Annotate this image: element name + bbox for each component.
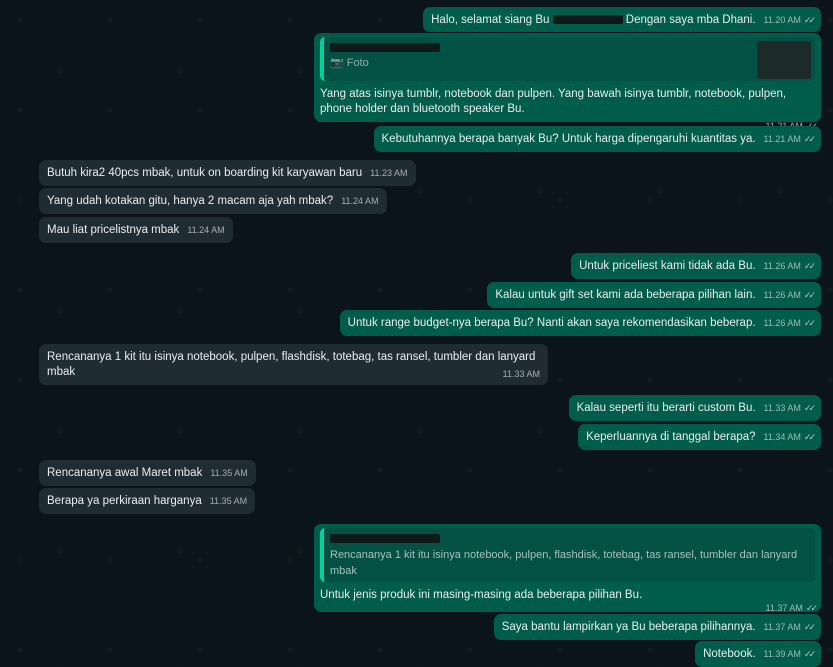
- message-bubble-incoming[interactable]: Butuh kira2 40pcs mbak, untuk on boardin…: [39, 160, 416, 186]
- message-text: Saya bantu lampirkan ya Bu beberapa pili…: [501, 621, 756, 633]
- message-time: 11.24 AM: [341, 196, 379, 206]
- message-time: 11.34 AM: [763, 432, 801, 442]
- message-time: 11.35 AM: [209, 496, 248, 506]
- redacted-name: [552, 15, 623, 25]
- double-check-icon: ✓✓: [803, 622, 816, 632]
- redacted-sender: [330, 43, 440, 53]
- message-bubble-outgoing[interactable]: Kalau seperti itu berarti custom Bu. 11.3…: [568, 395, 821, 421]
- redacted-sender: [330, 534, 440, 544]
- quoted-photo[interactable]: 📷 Foto: [320, 37, 815, 81]
- double-check-icon: ✓✓: [803, 134, 816, 144]
- message-time: 11.35 AM: [210, 468, 248, 478]
- message-text: Butuh kira2 40pcs mbak, untuk on boardin…: [47, 167, 363, 179]
- double-check-icon: ✓✓: [803, 318, 816, 328]
- message-text: Kalau untuk gift set kami ada beberapa p…: [495, 289, 756, 301]
- double-check-icon: ✓✓: [803, 649, 816, 659]
- message-text: Kalau seperti itu berarti custom Bu.: [576, 402, 756, 414]
- message-text: Kebutuhannya berapa banyak Bu? Untuk har…: [381, 133, 756, 145]
- photo-label: Foto: [346, 57, 369, 69]
- message-text: Keperluannya di tanggal berapa?: [586, 431, 756, 443]
- message-text: Yang atas isinya tumblr, notebook dan pu…: [320, 88, 787, 115]
- double-check-icon: ✓✓: [803, 403, 816, 413]
- message-bubble-outgoing[interactable]: Keperluannya di tanggal berapa? 11.34 AM ✓…: [578, 424, 821, 450]
- message-time: 11.21 AM: [763, 134, 801, 144]
- message-time: 11.39 AM: [763, 649, 801, 659]
- message-time: 11.33 AM: [502, 369, 540, 379]
- message-time: 11.23 AM: [370, 168, 408, 178]
- double-check-icon: ✓✓: [803, 432, 816, 442]
- message-text: Halo, selamat siang Bu Dengan saya mba D…: [431, 14, 756, 26]
- message-text: Rencananya awal Maret mbak: [47, 467, 203, 479]
- message-bubble-outgoing[interactable]: 📷 Foto Yang atas isinya tumblr, notebook…: [314, 33, 821, 131]
- message-bubble-incoming[interactable]: Rencananya 1 kit itu isinya notebook, pu…: [39, 344, 548, 385]
- message-bubble-outgoing[interactable]: Notebook. 11.39 AM ✓✓: [695, 641, 821, 667]
- message-bubble-outgoing[interactable]: Kebutuhannya berapa banyak Bu? Untuk har…: [373, 126, 821, 152]
- message-text: Untuk range budget-nya berapa Bu? Nanti …: [347, 317, 756, 329]
- photo-thumbnail[interactable]: [757, 41, 811, 79]
- message-bubble-incoming[interactable]: Berapa ya perkiraan harganya 11.35 AM: [39, 488, 256, 514]
- message-text: Berapa ya perkiraan harganya: [47, 495, 202, 507]
- double-check-icon: ✓✓: [803, 261, 816, 271]
- message-time: 11.26 AM: [763, 290, 801, 300]
- camera-icon: 📷: [330, 57, 344, 69]
- message-time: 11.20 AM: [763, 15, 801, 25]
- message-bubble-outgoing[interactable]: Saya bantu lampirkan ya Bu beberapa pili…: [493, 614, 821, 640]
- message-time: 11.33 AM: [763, 403, 801, 413]
- message-time: 11.26 AM: [763, 261, 801, 271]
- message-bubble-outgoing[interactable]: Halo, selamat siang Bu Dengan saya mba D…: [423, 7, 821, 32]
- double-check-icon: ✓✓: [803, 290, 816, 300]
- message-bubble-outgoing[interactable]: Rencananya 1 kit itu isinya notebook, pu…: [314, 524, 821, 613]
- message-text: Yang udah kotakan gitu, hanya 2 macam aj…: [47, 195, 334, 207]
- message-time: 11.24 AM: [187, 225, 225, 235]
- message-text: Untuk priceliest kami tidak ada Bu.: [579, 260, 756, 272]
- message-text: Notebook.: [703, 648, 756, 660]
- message-bubble-incoming[interactable]: Rencananya awal Maret mbak 11.35 AM: [39, 460, 256, 486]
- message-bubble-outgoing[interactable]: Untuk priceliest kami tidak ada Bu. 11.26…: [571, 253, 821, 279]
- message-time: 11.26 AM: [763, 318, 801, 328]
- quoted-message[interactable]: Rencananya 1 kit itu isinya notebook, pu…: [320, 528, 815, 582]
- message-bubble-outgoing[interactable]: Kalau untuk gift set kami ada beberapa p…: [487, 282, 821, 308]
- message-bubble-incoming[interactable]: Yang udah kotakan gitu, hanya 2 macam aj…: [39, 188, 387, 214]
- message-time: 11.37 AM: [763, 622, 801, 632]
- quoted-text: Rencananya 1 kit itu isinya notebook, pu…: [330, 549, 798, 577]
- message-text: Mau liat pricelistnya mbak: [47, 224, 180, 236]
- message-bubble-incoming[interactable]: Mau liat pricelistnya mbak 11.24 AM: [39, 217, 233, 243]
- message-bubble-outgoing[interactable]: Untuk range budget-nya berapa Bu? Nanti …: [339, 310, 821, 336]
- double-check-icon: ✓✓: [803, 15, 816, 25]
